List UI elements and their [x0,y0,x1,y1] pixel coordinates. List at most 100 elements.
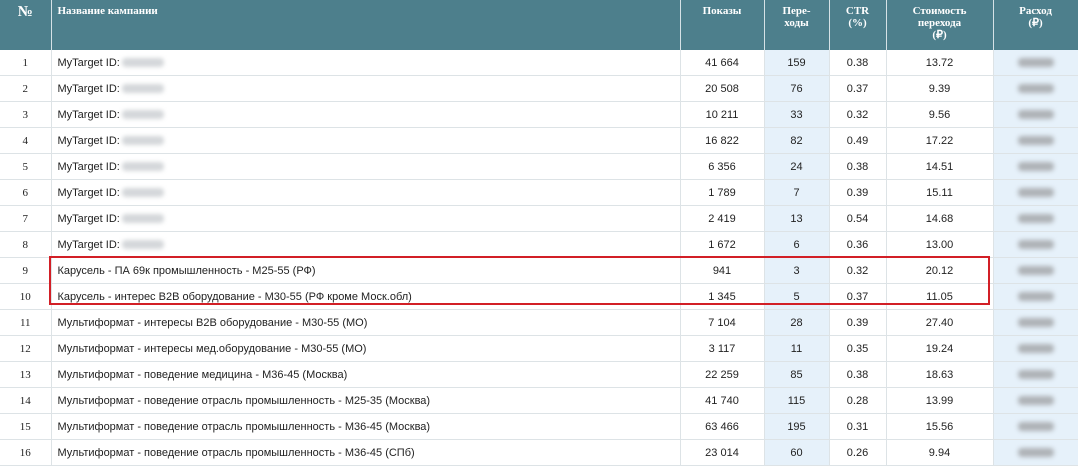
impressions-cell: 16 822 [680,127,765,154]
cost-per-click-cell: 17.22 [886,127,994,154]
clicks-cell: 13 [764,205,830,232]
ctr-cell: 0.35 [829,335,887,362]
ctr-cell: 0.49 [829,127,887,154]
spend-cell [993,387,1078,414]
impressions-cell: 10 211 [680,101,765,128]
header-number: № [0,0,52,50]
spend-cell [993,50,1078,76]
campaign-name: Мультиформат - поведение отрасль промышл… [57,446,415,459]
redacted-spend-blur [1017,396,1054,405]
campaign-name-cell: MyTarget ID: [51,231,681,258]
ctr-cell: 0.36 [829,231,887,258]
redacted-spend-blur [1017,266,1054,275]
redacted-spend-blur [1017,422,1054,431]
campaign-name-cell: MyTarget ID: [51,179,681,206]
spend-cell [993,283,1078,310]
redacted-id-blur [121,214,164,224]
table-row: 4 MyTarget ID: 16 822 82 0.49 17.22 [0,127,1078,154]
campaign-name-cell: Карусель - интерес B2B оборудование - М3… [51,283,681,310]
table-row: 3 MyTarget ID: 10 211 33 0.32 9.56 [0,101,1078,128]
spend-cell [993,179,1078,206]
clicks-cell: 7 [764,179,830,206]
ctr-cell: 0.32 [829,101,887,128]
clicks-cell: 24 [764,153,830,180]
campaign-name: MyTarget ID: [57,238,120,251]
campaign-report: № Название кампании Показы Пере- ходы CT… [0,0,1078,466]
ctr-cell: 0.38 [829,361,887,388]
impressions-cell: 1 672 [680,231,765,258]
clicks-cell: 195 [764,413,830,440]
campaign-name: MyTarget ID: [57,134,120,147]
ctr-cell: 0.54 [829,205,887,232]
clicks-cell: 11 [764,335,830,362]
spend-cell [993,205,1078,232]
table-row: 7 MyTarget ID: 2 419 13 0.54 14.68 [0,205,1078,232]
clicks-cell: 115 [764,387,830,414]
clicks-cell: 85 [764,361,830,388]
spend-cell [993,231,1078,258]
ctr-cell: 0.39 [829,179,887,206]
campaign-name: MyTarget ID: [57,82,120,95]
campaign-name-cell: MyTarget ID: [51,153,681,180]
table-row: 11 Мультиформат - интересы B2B оборудован… [0,309,1078,336]
redacted-spend-blur [1017,240,1054,249]
redacted-spend-blur [1017,162,1054,171]
cost-per-click-cell: 9.56 [886,101,994,128]
header-campaign-name: Название кампании [51,0,681,50]
campaign-name: Мультиформат - поведение медицина - М36-… [57,368,348,381]
table-row: 13 Мультиформат - поведение медицина - М3… [0,361,1078,388]
spend-cell [993,309,1078,336]
cost-per-click-cell: 27.40 [886,309,994,336]
row-number: 11 [0,309,52,336]
campaign-name: Мультиформат - поведение отрасль промышл… [57,394,431,407]
table-row: 8 MyTarget ID: 1 672 6 0.36 13.00 [0,231,1078,258]
campaign-name: Мультиформат - интересы B2B оборудование… [57,316,368,329]
header-impressions: Показы [680,0,765,50]
row-number: 2 [0,75,52,102]
clicks-cell: 28 [764,309,830,336]
impressions-cell: 941 [680,257,765,284]
redacted-spend-blur [1017,214,1054,223]
header-ctr: CTR (%) [829,0,887,50]
impressions-cell: 41 740 [680,387,765,414]
campaign-name: Карусель - ПА 69к промышленность - М25-5… [57,264,316,277]
redacted-id-blur [121,188,164,198]
campaign-name-cell: Мультиформат - поведение отрасль промышл… [51,387,681,414]
campaign-name: MyTarget ID: [57,56,120,69]
table-row: 1 MyTarget ID: 41 664 159 0.38 13.72 [0,50,1078,76]
clicks-cell: 5 [764,283,830,310]
row-number: 4 [0,127,52,154]
row-number: 7 [0,205,52,232]
ctr-cell: 0.37 [829,283,887,310]
campaign-name: Мультиформат - поведение отрасль промышл… [57,420,431,433]
impressions-cell: 1 345 [680,283,765,310]
impressions-cell: 7 104 [680,309,765,336]
campaign-name-cell: MyTarget ID: [51,205,681,232]
clicks-cell: 33 [764,101,830,128]
table-row: 2 MyTarget ID: 20 508 76 0.37 9.39 [0,75,1078,102]
clicks-cell: 159 [764,50,830,76]
redacted-id-blur [121,162,164,172]
cost-per-click-cell: 13.99 [886,387,994,414]
ctr-cell: 0.39 [829,309,887,336]
cost-per-click-cell: 19.24 [886,335,994,362]
ctr-cell: 0.37 [829,75,887,102]
table-row: 14 Мультиформат - поведение отрасль промы… [0,387,1078,414]
cost-per-click-cell: 13.00 [886,231,994,258]
campaign-name-cell: Мультиформат - интересы B2B оборудование… [51,309,681,336]
cost-per-click-cell: 14.51 [886,153,994,180]
redacted-spend-blur [1017,58,1054,67]
header-spend: Расход (₽) [993,0,1078,50]
spend-cell [993,127,1078,154]
clicks-cell: 3 [764,257,830,284]
campaign-name: MyTarget ID: [57,108,120,121]
campaign-name-cell: MyTarget ID: [51,101,681,128]
cost-per-click-cell: 18.63 [886,361,994,388]
cost-per-click-cell: 14.68 [886,205,994,232]
row-number: 5 [0,153,52,180]
clicks-cell: 76 [764,75,830,102]
table-header-row: № Название кампании Показы Пере- ходы CT… [0,0,1078,50]
cost-per-click-cell: 15.11 [886,179,994,206]
campaign-name-cell: Мультиформат - интересы мед.оборудование… [51,335,681,362]
impressions-cell: 1 789 [680,179,765,206]
